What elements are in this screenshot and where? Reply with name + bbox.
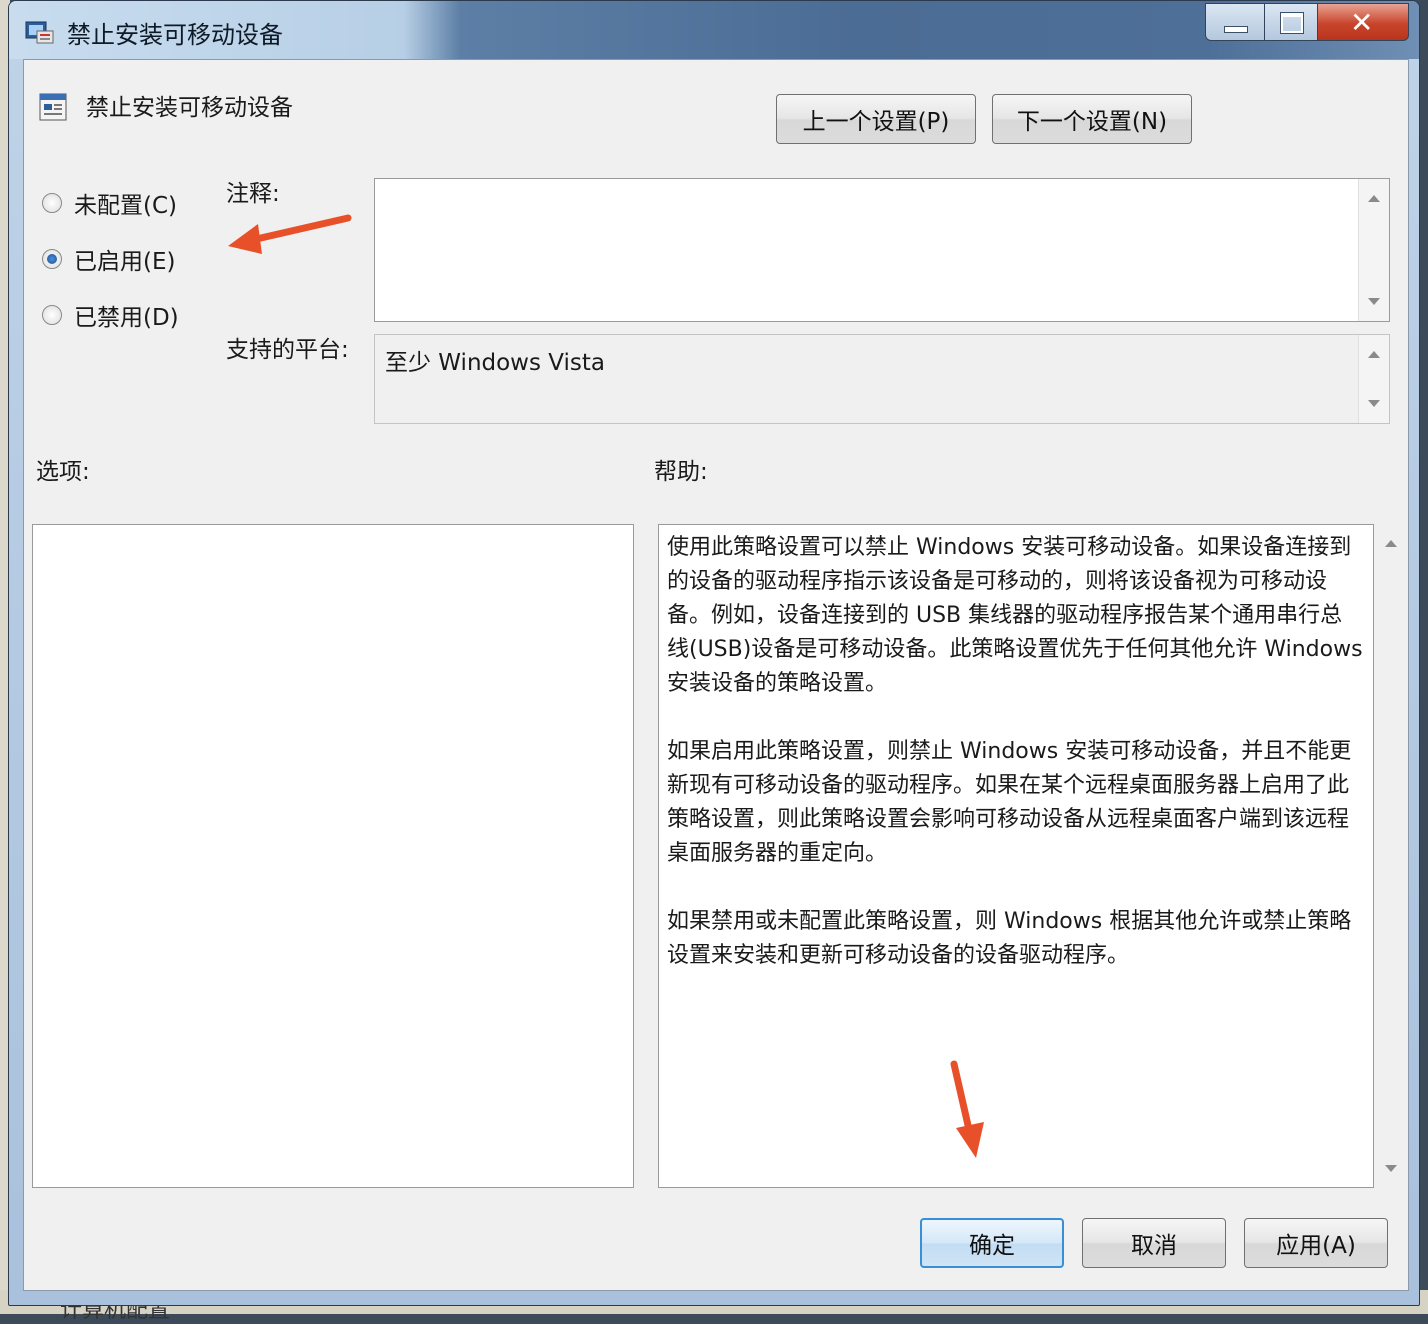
minimize-button[interactable] <box>1205 3 1265 41</box>
platform-label: 支持的平台: <box>226 337 349 363</box>
help-scrollbar[interactable] <box>1376 524 1406 1188</box>
next-setting-button[interactable]: 下一个设置(N) <box>992 94 1192 144</box>
scroll-up-icon[interactable] <box>1385 540 1397 547</box>
policy-settings-icon <box>25 21 54 44</box>
radio-button[interactable] <box>42 305 62 325</box>
cancel-button[interactable]: 取消 <box>1082 1218 1226 1268</box>
annotation-arrow-enabled <box>228 214 352 254</box>
comment-scrollbar[interactable] <box>1358 179 1389 321</box>
scroll-down-icon[interactable] <box>1385 1165 1397 1172</box>
radio-disabled[interactable]: 已禁用(D) <box>42 298 179 332</box>
title-bar[interactable]: 禁止安装可移动设备 ✕ <box>9 1 1419 59</box>
help-label: 帮助: <box>654 459 708 485</box>
apply-button[interactable]: 应用(A) <box>1244 1218 1388 1268</box>
policy-dialog: 禁止安装可移动设备 ✕ 禁止安装可移动设备 上一个设置(P) 下一个设置(N) … <box>8 0 1420 1306</box>
help-panel[interactable]: 使用此策略设置可以禁止 Windows 安装可移动设备。如果设备连接到的设备的驱… <box>658 524 1374 1188</box>
radio-button[interactable] <box>42 193 62 213</box>
scroll-up-icon[interactable] <box>1368 351 1380 358</box>
radio-button-checked[interactable] <box>42 249 62 269</box>
radio-enabled[interactable]: 已启用(E) <box>42 242 175 276</box>
radio-label: 已禁用(D) <box>74 305 179 331</box>
help-text: 使用此策略设置可以禁止 Windows 安装可移动设备。如果设备连接到的设备的驱… <box>667 535 1363 968</box>
annotation-arrow-ok <box>950 1060 984 1158</box>
policy-title: 禁止安装可移动设备 <box>86 95 293 121</box>
platform-value: 至少 Windows Vista <box>385 350 606 376</box>
scroll-down-icon[interactable] <box>1368 400 1380 407</box>
minimize-icon <box>1224 26 1248 33</box>
radio-label: 未配置(C) <box>74 193 178 219</box>
options-label: 选项: <box>36 459 90 485</box>
close-icon: ✕ <box>1350 6 1374 39</box>
scroll-up-icon[interactable] <box>1368 195 1380 202</box>
previous-setting-button[interactable]: 上一个设置(P) <box>776 94 976 144</box>
comment-label: 注释: <box>226 181 280 207</box>
maximize-button[interactable] <box>1264 3 1318 41</box>
policy-document-icon <box>39 93 67 121</box>
maximize-icon <box>1280 12 1304 34</box>
platform-scrollbar[interactable] <box>1358 335 1389 423</box>
platform-field: 至少 Windows Vista <box>374 334 1390 424</box>
scroll-down-icon[interactable] <box>1368 298 1380 305</box>
radio-not-configured[interactable]: 未配置(C) <box>42 186 177 220</box>
comment-textarea[interactable] <box>374 178 1390 322</box>
window-title: 禁止安装可移动设备 <box>67 21 283 49</box>
radio-label: 已启用(E) <box>74 249 176 275</box>
ok-button[interactable]: 确定 <box>920 1218 1064 1268</box>
options-panel[interactable] <box>32 524 634 1188</box>
close-button[interactable]: ✕ <box>1317 3 1409 41</box>
